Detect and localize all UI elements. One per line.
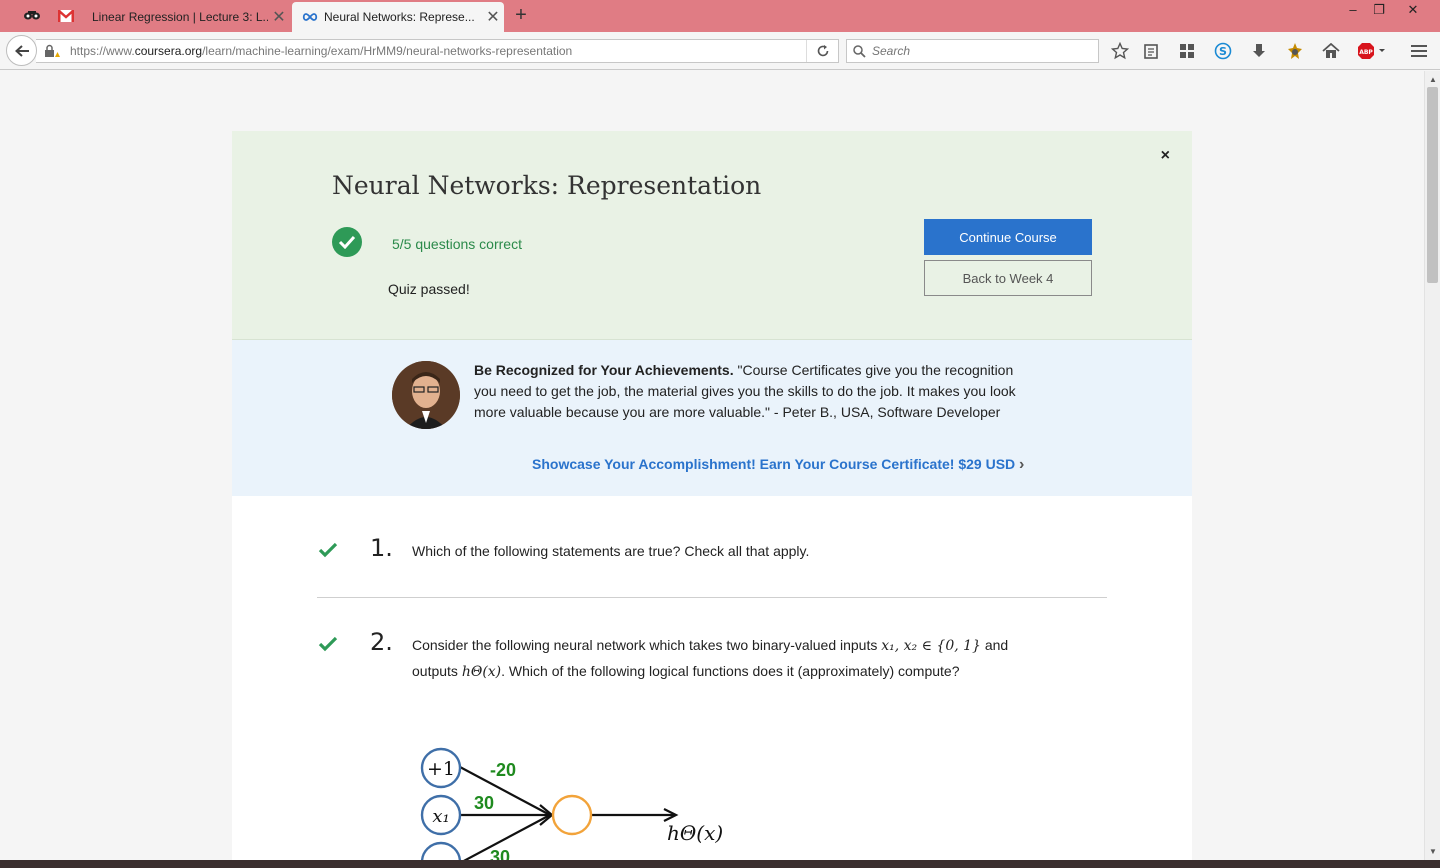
star-icon[interactable] xyxy=(1109,40,1131,62)
scrollbar-thumb[interactable] xyxy=(1427,87,1438,283)
url-domain: coursera.org xyxy=(134,44,203,58)
weight-label: 30 xyxy=(474,793,494,813)
adblock-label: ABP xyxy=(1359,49,1373,56)
restore-button[interactable]: ❐ xyxy=(1362,0,1396,22)
passed-text: Quiz passed! xyxy=(388,281,470,297)
coursera-infinity-icon xyxy=(302,12,324,22)
math-inputs: x₁, x₂ ∈ {0, 1} xyxy=(881,638,981,654)
reload-icon[interactable] xyxy=(806,40,838,62)
node-label: x₁ xyxy=(432,806,449,827)
chevron-right-icon: › xyxy=(1019,456,1025,473)
back-button[interactable] xyxy=(6,35,37,66)
cta-label: Showcase Your Accomplishment! Earn Your … xyxy=(532,456,1016,472)
tab-neural-networks[interactable]: Neural Networks: Represe... ✕ xyxy=(292,2,504,32)
extension-icon[interactable] xyxy=(1284,40,1306,62)
scroll-up-icon[interactable]: ▲ xyxy=(1425,75,1440,84)
promo-headline: Be Recognized for Your Achievements. xyxy=(474,362,734,378)
url-text[interactable]: https://www.coursera.org/learn/machine-l… xyxy=(64,44,806,58)
page-title: Neural Networks: Representation xyxy=(332,171,762,200)
question-text: Consider the following neural network wh… xyxy=(412,633,1052,685)
svg-text:S: S xyxy=(1219,45,1227,58)
node-label: +1 xyxy=(427,758,455,780)
weight-label: 30 xyxy=(490,847,510,860)
arrow-left-icon xyxy=(14,44,29,57)
url-path: /learn/machine-learning/exam/HrMM9/neura… xyxy=(202,44,573,58)
check-circle-icon xyxy=(332,227,362,257)
tab-label: Linear Regression | Lecture 3: L... xyxy=(92,10,268,24)
question-number: 1. xyxy=(370,534,393,562)
node-label: x₂ xyxy=(432,853,449,860)
weight-label: -20 xyxy=(490,760,516,780)
question-text: Which of the following statements are tr… xyxy=(412,543,810,559)
question-text-c: . Which of the following logical functio… xyxy=(501,663,960,679)
check-icon xyxy=(318,542,338,563)
back-to-week-button[interactable]: Back to Week 4 xyxy=(924,260,1092,296)
page-viewport: × Neural Networks: Representation 5/5 qu… xyxy=(0,71,1424,860)
scrollbar[interactable]: ▲ ▼ xyxy=(1424,71,1440,860)
navigation-bar: https://www.coursera.org/learn/machine-l… xyxy=(0,32,1440,70)
search-input[interactable] xyxy=(872,44,1092,58)
tab-linear-regression[interactable]: Linear Regression | Lecture 3: L... ✕ xyxy=(80,2,290,32)
question-text-a: Consider the following neural network wh… xyxy=(412,637,882,653)
home-icon[interactable] xyxy=(1320,40,1342,62)
download-icon[interactable] xyxy=(1248,40,1270,62)
new-tab-button[interactable]: + xyxy=(510,4,532,26)
search-bar[interactable] xyxy=(846,39,1099,63)
testimonial-quote: Be Recognized for Your Achievements. "Co… xyxy=(474,360,1034,423)
math-output: hΘ(x) xyxy=(461,664,502,680)
neural-network-diagram: +1 x₁ x₂ -20 30 30 hΘ(x) xyxy=(420,747,723,860)
earn-certificate-link[interactable]: Showcase Your Accomplishment! Earn Your … xyxy=(532,456,1024,474)
tab-strip: Linear Regression | Lecture 3: L... ✕ Ne… xyxy=(0,0,1440,32)
check-icon xyxy=(318,636,338,657)
quiz-result-card: × Neural Networks: Representation 5/5 qu… xyxy=(232,131,1192,860)
question-number: 2. xyxy=(370,628,393,656)
scroll-down-icon[interactable]: ▼ xyxy=(1425,847,1440,856)
pocket-grid-icon[interactable] xyxy=(1176,40,1198,62)
result-banner: × Neural Networks: Representation 5/5 qu… xyxy=(232,131,1192,340)
pinned-tab-privacy-icon[interactable] xyxy=(22,6,42,26)
close-window-button[interactable]: ✕ xyxy=(1396,0,1430,22)
node-output xyxy=(551,794,593,836)
close-icon[interactable]: ✕ xyxy=(268,7,290,27)
certificate-promo: Be Recognized for Your Achievements. "Co… xyxy=(232,340,1192,496)
tab-label: Neural Networks: Represe... xyxy=(324,10,475,24)
divider xyxy=(317,597,1107,598)
continue-course-button[interactable]: Continue Course xyxy=(924,219,1092,255)
close-icon[interactable]: × xyxy=(1161,147,1170,165)
output-label: hΘ(x) xyxy=(667,821,723,845)
lock-warning-icon[interactable] xyxy=(40,44,64,58)
search-icon xyxy=(853,44,866,58)
close-icon[interactable]: ✕ xyxy=(482,7,504,27)
avatar xyxy=(392,361,460,429)
url-prefix: https://www. xyxy=(70,44,135,58)
menu-icon[interactable] xyxy=(1408,40,1430,62)
score-text: 5/5 questions correct xyxy=(392,236,522,252)
reading-list-icon[interactable] xyxy=(1140,40,1162,62)
taskbar xyxy=(0,860,1440,868)
adblock-icon[interactable]: ABP xyxy=(1356,40,1388,62)
url-bar[interactable]: https://www.coursera.org/learn/machine-l… xyxy=(36,39,839,63)
pinned-tab-gmail-icon[interactable] xyxy=(56,6,76,26)
skype-icon[interactable]: S xyxy=(1212,40,1234,62)
